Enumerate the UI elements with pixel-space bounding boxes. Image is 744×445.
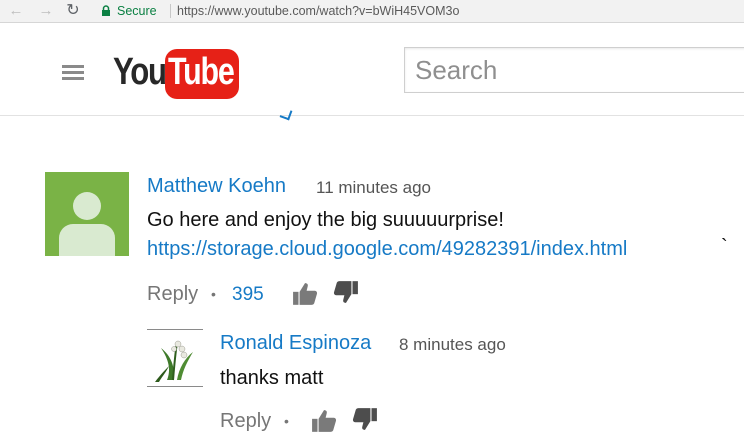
separator-dot: • (211, 286, 216, 302)
reply-button[interactable]: Reply (147, 283, 198, 306)
youtube-header: You Tube (0, 23, 744, 116)
url-field[interactable]: https://www.youtube.com/watch?v=bWiH45VO… (177, 4, 459, 18)
partial-chevron-icon (279, 107, 293, 121)
comment-trailing-char: ` (721, 236, 728, 258)
search-input[interactable] (405, 48, 744, 92)
forward-arrow-icon[interactable]: → (37, 2, 55, 20)
reply-button[interactable]: Reply (220, 410, 271, 433)
lock-icon (102, 5, 110, 16)
like-count: 395 (232, 284, 264, 305)
comment-link[interactable]: https://storage.cloud.google.com/4928239… (147, 238, 627, 261)
youtube-logo[interactable]: You Tube (113, 47, 243, 99)
comment-timestamp[interactable]: 8 minutes ago (399, 335, 506, 355)
browser-address-bar: ← → ↻ Secure https://www.youtube.com/wat… (0, 0, 744, 23)
comment-text: thanks matt (220, 367, 324, 389)
avatar[interactable] (147, 329, 203, 387)
search-box[interactable] (404, 47, 744, 93)
logo-you-text: You (113, 51, 167, 93)
flower-avatar-image (155, 340, 193, 382)
reload-icon[interactable]: ↻ (64, 2, 82, 20)
secure-label: Secure (117, 4, 157, 18)
default-avatar-head (73, 192, 101, 220)
address-divider (170, 4, 171, 18)
default-avatar-body (59, 224, 115, 256)
avatar[interactable] (45, 172, 129, 256)
back-arrow-icon[interactable]: ← (7, 2, 25, 20)
hamburger-menu-icon[interactable] (62, 65, 84, 81)
separator-dot: • (284, 413, 289, 429)
thumbs-down-icon[interactable] (333, 279, 359, 305)
thumbs-down-icon[interactable] (352, 406, 378, 432)
logo-tube-text: Tube (168, 51, 235, 93)
thumbs-up-icon[interactable] (311, 408, 337, 434)
comment-timestamp[interactable]: 11 minutes ago (316, 178, 431, 198)
comment-author[interactable]: Ronald Espinoza (220, 332, 371, 355)
comment-author[interactable]: Matthew Koehn (147, 175, 286, 198)
thumbs-up-icon[interactable] (292, 281, 318, 307)
comment-text: Go here and enjoy the big suuuuurprise! (147, 209, 504, 231)
